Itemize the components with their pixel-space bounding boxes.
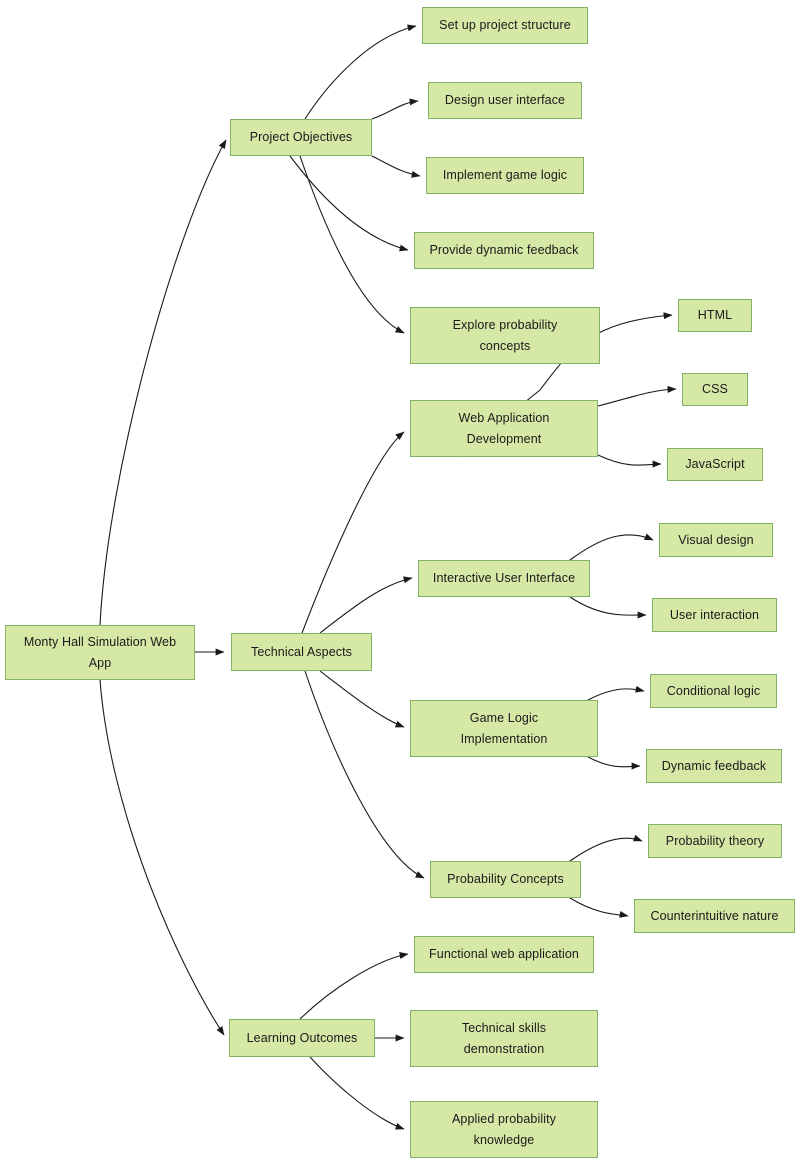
edge-technical-to-webapp — [301, 431, 405, 634]
node-interaction[interactable]: User interaction — [652, 598, 777, 632]
node-counter[interactable]: Counterintuitive nature — [634, 899, 795, 933]
edge-technical-to-ui — [319, 576, 413, 634]
node-html[interactable]: HTML — [678, 299, 752, 332]
node-objectives[interactable]: Project Objectives — [230, 119, 372, 156]
edge-layer — [99, 24, 677, 1130]
node-ui[interactable]: Interactive User Interface — [418, 560, 590, 597]
node-visual[interactable]: Visual design — [659, 523, 773, 557]
node-dynfeedback[interactable]: Dynamic feedback — [646, 749, 782, 783]
node-design[interactable]: Design user interface — [428, 82, 582, 119]
edge-objectives-to-gamelogic — [371, 155, 421, 178]
node-techskills[interactable]: Technical skills demonstration — [410, 1010, 598, 1067]
node-webapp[interactable]: Web Application Development — [410, 400, 598, 457]
edge-technical-to-probconcepts — [304, 670, 425, 879]
node-outcomes[interactable]: Learning Outcomes — [229, 1019, 375, 1057]
edge-objectives-to-setup — [304, 24, 417, 120]
edge-gli-to-conditional — [587, 685, 645, 701]
node-setup[interactable]: Set up project structure — [422, 7, 588, 44]
edge-outcomes-to-appliedprob — [309, 1056, 405, 1130]
edge-objectives-to-feedback — [289, 155, 409, 252]
edge-objectives-to-explore — [299, 155, 405, 334]
node-appliedprob[interactable]: Applied probability knowledge — [410, 1101, 598, 1158]
edge-webapp-to-css — [597, 385, 677, 407]
node-probtheory[interactable]: Probability theory — [648, 824, 782, 858]
edge-probconcepts-to-counter — [569, 897, 629, 918]
node-functional[interactable]: Functional web application — [414, 936, 594, 973]
node-explore[interactable]: Explore probability concepts — [410, 307, 600, 364]
edge-ui-to-interaction — [569, 596, 647, 619]
node-feedback[interactable]: Provide dynamic feedback — [414, 232, 594, 269]
node-javascript[interactable]: JavaScript — [667, 448, 763, 481]
edge-root-to-objectives — [99, 139, 227, 626]
node-gamelogic[interactable]: Implement game logic — [426, 157, 584, 194]
edge-gli-to-dynfeedback — [587, 756, 641, 770]
edge-webapp-to-javascript — [597, 454, 662, 468]
edge-outcomes-to-functional — [299, 952, 409, 1020]
edge-technical-to-gli — [319, 670, 405, 728]
node-probconcepts[interactable]: Probability Concepts — [430, 861, 581, 898]
node-css[interactable]: CSS — [682, 373, 748, 406]
edge-probconcepts-to-probtheory — [569, 834, 643, 862]
edge-objectives-to-design — [371, 98, 419, 120]
node-root[interactable]: Monty Hall Simulation Web App — [5, 625, 195, 680]
node-gli[interactable]: Game Logic Implementation — [410, 700, 598, 757]
node-conditional[interactable]: Conditional logic — [650, 674, 777, 708]
edge-root-to-outcomes — [99, 679, 225, 1036]
edge-ui-to-visual — [569, 533, 654, 561]
node-technical[interactable]: Technical Aspects — [231, 633, 372, 671]
mindmap-canvas: Monty Hall Simulation Web App Project Obj… — [0, 0, 800, 1165]
